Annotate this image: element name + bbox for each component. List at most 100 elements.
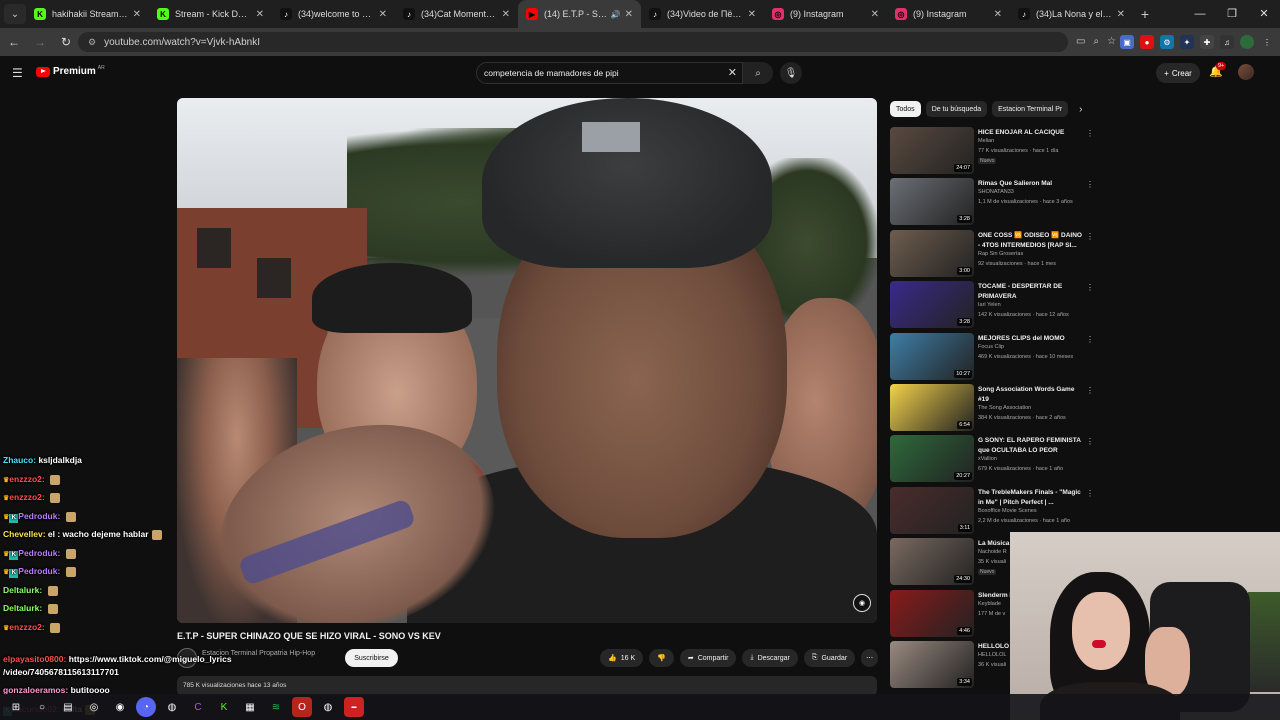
tab-search-button[interactable]: ⌄ <box>4 4 26 24</box>
url-field[interactable]: ⚙ youtube.com/watch?v=Vjvk-hAbnkI ▭ ⌕ ☆ <box>78 32 1116 52</box>
video-thumbnail[interactable]: 3:00 <box>890 229 974 277</box>
save-button[interactable]: ⎘ Guardar <box>803 649 856 667</box>
new-tab-button[interactable]: + <box>1133 6 1157 22</box>
browser-tab[interactable]: Khakihakii Stream - W ✕ <box>26 0 149 28</box>
recommendation-item[interactable]: 3:28 TOCAME - DESPERTAR DE PRIMAVERA Iari … <box>890 281 1095 332</box>
filter-chip[interactable]: Todos <box>890 101 921 117</box>
more-options-icon[interactable]: ⋮ <box>1086 489 1094 498</box>
more-options-icon[interactable]: ⋮ <box>1086 437 1094 446</box>
browser-tab[interactable]: K Stream - Kick Dashbo ✕ <box>149 0 272 28</box>
site-settings-icon[interactable]: ⚙ <box>88 37 96 48</box>
recommendation-title[interactable]: MEJORES CLIPS del MOMO <box>978 334 1083 344</box>
app-icon[interactable]: C <box>188 697 208 717</box>
recommendation-item[interactable]: 24:07 HICE ENOJAR AL CACIQUE Melian 77 K vi… <box>890 127 1095 178</box>
recommendation-channel[interactable]: Nachoide R <box>978 549 1007 555</box>
chat-username[interactable]: Zhauco: <box>3 455 36 465</box>
recommendation-channel[interactable]: SHONATAN33 <box>978 189 1014 195</box>
close-tab-icon[interactable]: ✕ <box>748 9 756 20</box>
chrome-icon[interactable]: ◍ <box>162 697 182 717</box>
menu-icon[interactable]: ☰ <box>12 66 23 80</box>
more-options-icon[interactable]: ⋮ <box>1086 386 1094 395</box>
more-options-icon[interactable]: ⋮ <box>1086 232 1094 241</box>
recommendation-channel[interactable]: Boxoffice Movie Scenes <box>978 508 1037 514</box>
chat-username[interactable]: Deltalurk: <box>3 585 42 595</box>
subscribe-button[interactable]: Suscribirse <box>345 649 398 667</box>
recommendation-channel[interactable]: Rap Sin Groserías <box>978 251 1023 257</box>
recommendation-channel[interactable]: Keyblade <box>978 601 1001 607</box>
close-tab-icon[interactable]: ✕ <box>1117 9 1125 20</box>
clear-icon[interactable]: ✕ <box>728 66 737 79</box>
video-thumbnail[interactable]: 10:27 <box>890 332 974 380</box>
minimize-icon[interactable]: — <box>1184 0 1216 28</box>
filter-chip[interactable]: De tu búsqueda <box>925 101 988 117</box>
search-icon[interactable]: ○ <box>32 697 52 717</box>
like-button[interactable]: 👍 16 K <box>600 649 644 667</box>
file-explorer-icon[interactable]: ▤ <box>58 697 78 717</box>
video-thumbnail[interactable]: 3:28 <box>890 281 974 329</box>
voice-search-button[interactable]: 🎙 <box>780 62 802 84</box>
recommendation-item[interactable]: 20:27 G SONY: EL RAPERO FEMINISTA que OCU… <box>890 435 1095 486</box>
media-icon[interactable]: ♫ <box>1220 35 1234 49</box>
youtube-logo[interactable]: Premium AR <box>36 65 105 77</box>
opera-icon[interactable]: O <box>292 697 312 717</box>
bookmark-star-icon[interactable]: ☆ <box>1107 32 1116 52</box>
recommendation-channel[interactable]: xVallion <box>978 456 997 462</box>
close-tab-icon[interactable]: ✕ <box>256 9 264 20</box>
video-thumbnail[interactable]: 6:54 <box>890 383 974 431</box>
chevron-right-icon[interactable]: › <box>1079 104 1082 115</box>
filter-chip[interactable]: Estacion Terminal Pr <box>992 101 1069 117</box>
search-button[interactable]: ⌕ <box>743 62 773 84</box>
video-thumbnail[interactable]: 24:07 <box>890 127 974 174</box>
chat-username[interactable]: Pedroduk: <box>18 511 60 521</box>
more-options-icon[interactable]: ⋮ <box>1086 283 1094 292</box>
recommendation-item[interactable]: 10:27 MEJORES CLIPS del MOMO Focus Clip 469… <box>890 332 1095 384</box>
minecraft-icon[interactable]: ▦ <box>240 697 260 717</box>
speaker-icon[interactable]: 🔊 <box>611 10 621 19</box>
avatar[interactable] <box>1238 64 1254 80</box>
more-options-icon[interactable]: ⋮ <box>1086 129 1094 138</box>
close-tab-icon[interactable]: ✕ <box>502 9 510 20</box>
recommendation-title[interactable]: Song Association Words Game #19 <box>978 385 1083 405</box>
recommendation-channel[interactable]: Focus Clip <box>978 344 1004 350</box>
video-player[interactable]: ◉ <box>177 98 877 623</box>
recommendation-title[interactable]: G SONY: EL RAPERO FEMINISTA que OCULTABA… <box>978 436 1083 456</box>
recommendation-item[interactable]: 3:11 The TrebleMakers Finals - "Magic in … <box>890 486 1095 538</box>
video-thumbnail[interactable]: 3:11 <box>890 486 974 534</box>
extension-icon[interactable]: ▣ <box>1120 35 1134 49</box>
chrome-icon[interactable]: ◍ <box>318 697 338 717</box>
obs-icon[interactable]: ◉ <box>110 697 130 717</box>
restore-icon[interactable]: ❐ <box>1216 0 1248 28</box>
recommendation-channel[interactable]: Melian <box>978 138 994 144</box>
recommendation-title[interactable]: Rimas Que Salieron Mal <box>978 179 1083 189</box>
notifications-button[interactable]: 🔔 9+ <box>1209 62 1227 78</box>
discord-icon[interactable]: ◔ <box>136 697 156 717</box>
close-tab-icon[interactable]: ✕ <box>994 9 1002 20</box>
windows-start-icon[interactable]: ⊞ <box>6 697 26 717</box>
video-thumbnail[interactable]: 3:28 <box>890 178 974 226</box>
chat-username[interactable]: Deltalurk: <box>3 603 42 613</box>
chat-username[interactable]: Pedroduk: <box>18 548 60 558</box>
browser-tab[interactable]: ◎ (9) Instagram ✕ <box>764 0 887 28</box>
chat-username[interactable]: enzzzo2: <box>9 492 44 502</box>
profile-avatar[interactable] <box>1240 35 1254 49</box>
recommendation-item[interactable]: 3:28 Rimas Que Salieron Mal SHONATAN33 1,1 … <box>890 178 1095 229</box>
channel-watermark-icon[interactable]: ◉ <box>853 594 871 612</box>
close-tab-icon[interactable]: ✕ <box>379 9 387 20</box>
browser-tab[interactable]: ▶ (14) E.T.P - SUPER🔊 ✕ <box>518 0 641 28</box>
more-options-icon[interactable]: ⋮ <box>1086 335 1094 344</box>
browser-tab[interactable]: ♪ (34)Cat Moments Ins ✕ <box>395 0 518 28</box>
browser-tab[interactable]: ♪ (34)Video de Пёсик ✕ <box>641 0 764 28</box>
download-button[interactable]: ⤓ Descargar <box>742 649 798 667</box>
recommendation-title[interactable]: ONE COSS 🆚 ODISEO 🆚 DAINO - 4TOS INTERME… <box>978 231 1083 251</box>
zoom-icon[interactable]: ⌕ <box>1093 32 1099 52</box>
extension-icon[interactable]: ✦ <box>1180 35 1194 49</box>
kick-icon[interactable]: K <box>214 697 234 717</box>
create-button[interactable]: + Crear <box>1156 63 1200 83</box>
recommendation-item[interactable]: 3:00 ONE COSS 🆚 ODISEO 🆚 DAINO - 4TOS INT… <box>890 229 1095 281</box>
recommendation-item[interactable]: 6:54 Song Association Words Game #19 The S… <box>890 383 1095 435</box>
video-thumbnail[interactable]: 20:27 <box>890 435 974 483</box>
chat-username[interactable]: enzzzo2: <box>9 622 44 632</box>
browser-tab[interactable]: ♪ (34)La Nona y el Bal ✕ <box>1010 0 1133 28</box>
spotify-icon[interactable]: ≋ <box>266 697 286 717</box>
close-tab-icon[interactable]: ✕ <box>625 9 633 20</box>
